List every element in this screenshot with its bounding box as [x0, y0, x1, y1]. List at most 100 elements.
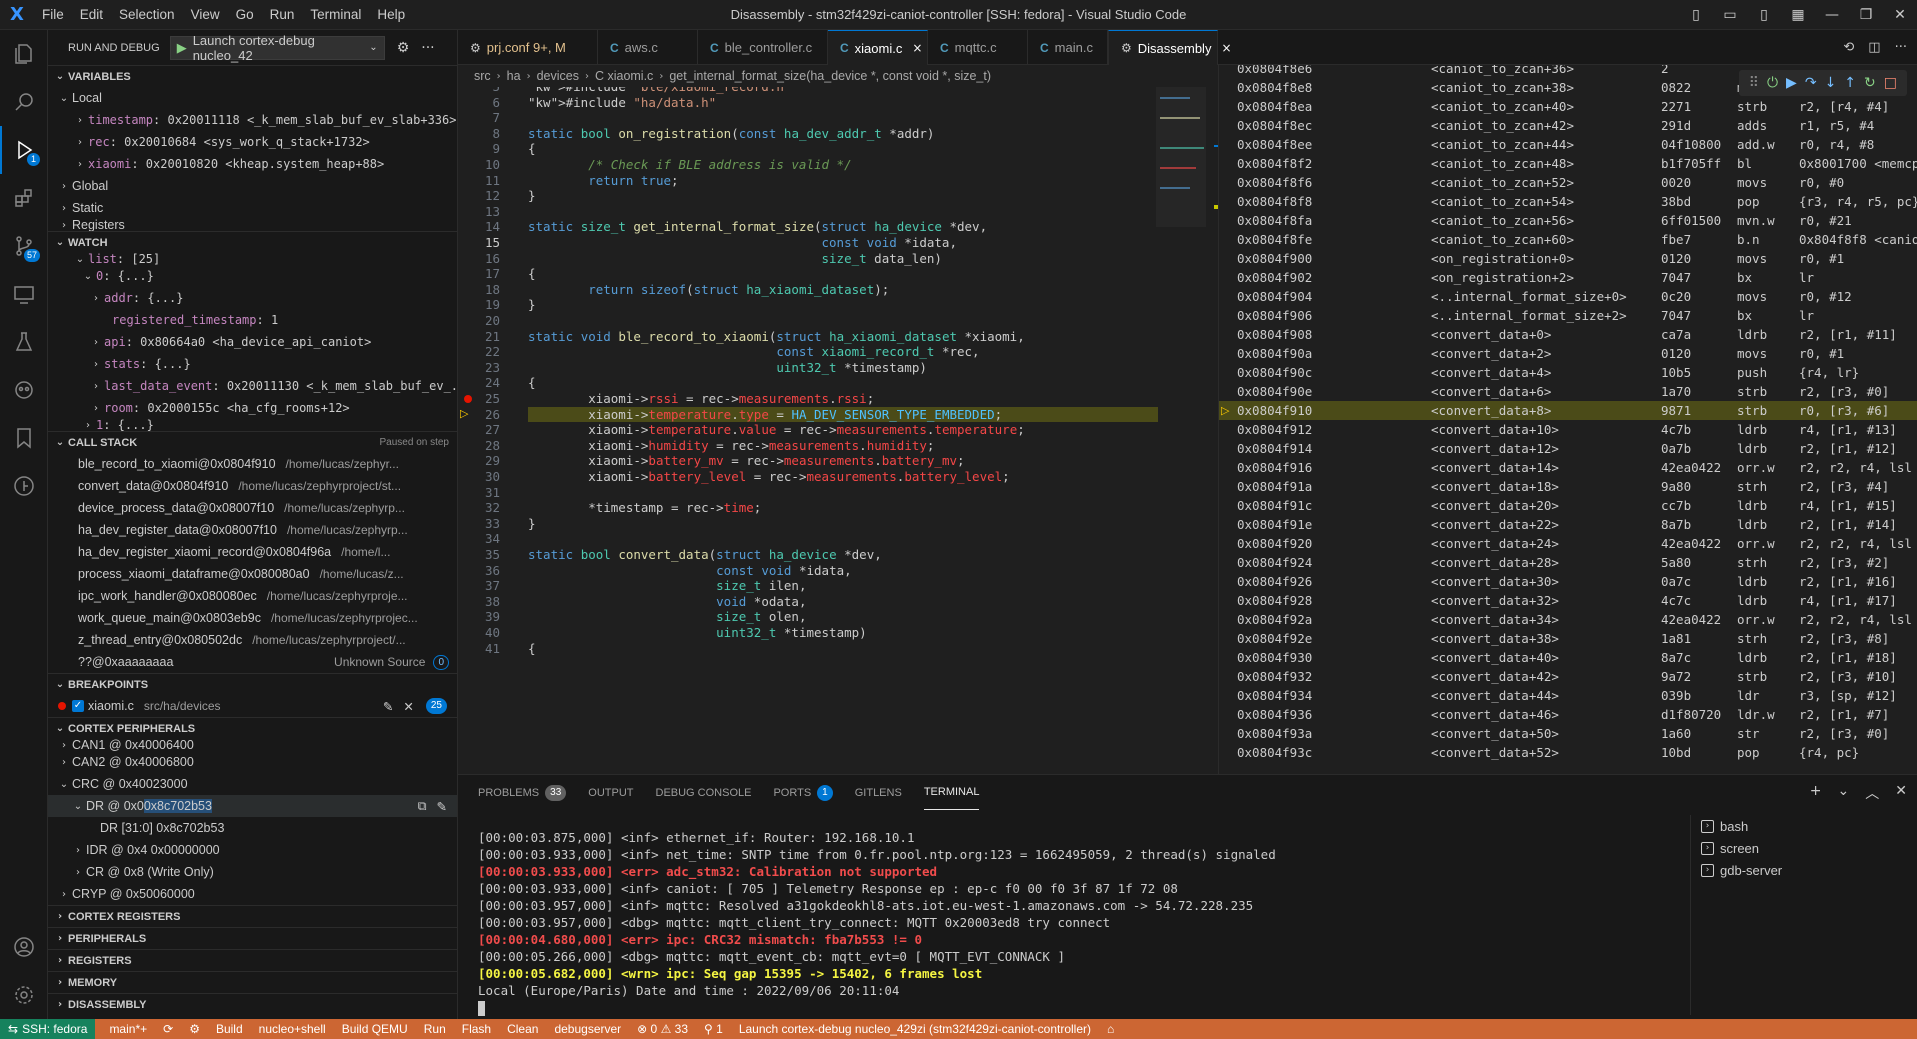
scope-static[interactable]: › Static [48, 197, 457, 219]
watch-row[interactable]: › stats: {...} [48, 353, 457, 375]
code-line[interactable]: size_t ilen, [528, 578, 1158, 593]
disassembly-row[interactable]: 0x0804f90c <convert_data+4> 10b5 push {r4, l… [1219, 363, 1917, 382]
disassembly-row[interactable]: 0x0804f928 <convert_data+32> 4c7c ldrb r4, [… [1219, 591, 1917, 610]
variable-row[interactable]: › xiaomi: 0x20010820 <kheap.system_heap+8… [48, 153, 457, 175]
code-line[interactable]: size_t data_len) [528, 251, 1158, 266]
stack-frame[interactable]: work_queue_main@0x0803eb9c/home/lucas/ze… [48, 607, 457, 629]
breakpoint-dot-icon[interactable] [464, 395, 472, 403]
code-line[interactable]: "kw">#include "ha/data.h" [528, 95, 1158, 110]
section-cortex-peripherals[interactable]: ⌄ CORTEX PERIPHERALS [48, 717, 457, 739]
disassembly-row[interactable]: 0x0804f912 <convert_data+10> 4c7b ldrb r4, [… [1219, 420, 1917, 439]
terminal-item-gdb-server[interactable]: › gdb-server [1691, 859, 1917, 881]
section-watch[interactable]: ⌄ WATCH [48, 231, 457, 253]
copy-icon[interactable]: ⧉ [418, 798, 427, 814]
variable-row[interactable]: › rec: 0x20010684 <sys_work_q_stack+1732> [48, 131, 457, 153]
minimap[interactable] [1148, 87, 1218, 774]
stack-frame[interactable]: ha_dev_register_data@0x08007f10/home/luc… [48, 519, 457, 541]
menu-item-help[interactable]: Help [369, 0, 413, 30]
watch-row[interactable]: › api: 0x80664a0 <ha_device_api_caniot> [48, 331, 457, 353]
code-line[interactable]: xiaomi->rssi = rec->measurements.rssi; [528, 391, 1158, 406]
peripheral-row[interactable]: ⌄ DR @ 0x0 0x8c702b53 ⧉ ✎ [48, 795, 457, 817]
new-terminal-icon[interactable]: + [1810, 783, 1822, 803]
disassembly-row[interactable]: 0x0804f900 <on_registration+0> 0120 movs r0,… [1219, 249, 1917, 268]
panel-tab-terminal[interactable]: TERMINAL [923, 775, 980, 810]
manage-gear-icon[interactable] [0, 971, 48, 1019]
disassembly-row[interactable]: 0x0804f92a <convert_data+34> 42ea0422 orr.w… [1219, 610, 1917, 629]
code-line[interactable]: return sizeof(struct ha_xiaomi_dataset); [528, 282, 1158, 297]
stack-frame[interactable]: z_thread_entry@0x080502dc/home/lucas/zep… [48, 629, 457, 651]
scope-global[interactable]: › Global [48, 175, 457, 197]
disassembly-row[interactable]: 0x0804f8ea <caniot_to_zcan+40> 2271 strb r2,… [1219, 97, 1917, 116]
disassembly-row[interactable]: 0x0804f902 <on_registration+2> 7047 bx lr [1219, 268, 1917, 287]
code-line[interactable]: void *odata, [528, 594, 1158, 609]
code-line[interactable]: xiaomi->humidity = rec->measurements.hum… [528, 438, 1158, 453]
status-item[interactable]: Flash [462, 1022, 491, 1036]
status-item[interactable]: Build QEMU [342, 1022, 408, 1036]
disassembly-row[interactable]: 0x0804f904 <..internal_format_size+0> 0c20… [1219, 287, 1917, 306]
menu-item-file[interactable]: File [34, 0, 72, 30]
code-line[interactable]: { [528, 641, 1158, 656]
toggle-sidebar-icon[interactable]: ▯ [1679, 7, 1713, 23]
code-line[interactable]: { [528, 266, 1158, 281]
status-item[interactable]: Clean [507, 1022, 538, 1036]
disassembly-row[interactable]: 0x0804f8fe <caniot_to_zcan+60> fbe7 b.n 0x80… [1219, 230, 1917, 249]
status-item[interactable]: ⟳ [163, 1022, 173, 1036]
disassembly-row[interactable]: 0x0804f914 <convert_data+12> 0a7b ldrb r2, [… [1219, 439, 1917, 458]
code-line[interactable]: static bool convert_data(struct ha_devic… [528, 547, 1158, 562]
panel-tab-output[interactable]: OUTPUT [588, 775, 633, 810]
code-line[interactable]: size_t olen, [528, 609, 1158, 624]
watch-row[interactable]: › addr: {...} [48, 287, 457, 309]
disassembly-view[interactable]: ⠿ ⏻ ▶ ↷ ↓ ↑ ↻ □ 0x0804f8e6 <caniot_to_zca… [1218, 65, 1917, 774]
status-item[interactable]: ⚙ [189, 1022, 200, 1036]
status-item[interactable]: main*+ [109, 1022, 147, 1036]
panel-tab-problems[interactable]: PROBLEMS 33 [478, 775, 567, 810]
status-item[interactable]: ⌂ [1107, 1022, 1114, 1036]
peripheral-row[interactable]: › CAN1 @ 0x40006400 [48, 739, 457, 751]
disassembly-row[interactable]: 0x0804f93a <convert_data+50> 1a60 str r2, [r… [1219, 724, 1917, 743]
gear-icon[interactable]: ⚙ [397, 40, 410, 56]
peripheral-row[interactable]: › CRYP @ 0x50060000 [48, 883, 457, 905]
breadcrumb-item[interactable]: ha [507, 69, 521, 83]
disassembly-row[interactable]: 0x0804f8f2 <caniot_to_zcan+48> b1f705ff bl 0… [1219, 154, 1917, 173]
disassembly-row[interactable]: 0x0804f916 <convert_data+14> 42ea0422 orr.w… [1219, 458, 1917, 477]
breadcrumb-item[interactable]: get_internal_format_size(ha_device *, co… [669, 69, 991, 83]
peripheral-row[interactable]: › CAN2 @ 0x40006800 [48, 751, 457, 773]
status-item[interactable]: Launch cortex-debug nucleo_429zi (stm32f… [739, 1022, 1091, 1036]
section-breakpoints[interactable]: ⌄ BREAKPOINTS [48, 673, 457, 695]
disassembly-row[interactable]: 0x0804f90a <convert_data+2> 0120 movs r0, #1 [1219, 344, 1917, 363]
tab-disassembly[interactable]: ⚙ Disassembly × [1108, 30, 1232, 65]
menu-item-selection[interactable]: Selection [111, 0, 183, 30]
code-line[interactable]: return true; [528, 173, 1158, 188]
more-actions-icon[interactable]: ··· [1895, 40, 1907, 55]
disassembly-row[interactable]: 0x0804f910 <convert_data+8> 9871 strb r0, [r… [1219, 401, 1917, 420]
disassembly-row[interactable]: 0x0804f90e <convert_data+6> 1a70 strb r2, [r… [1219, 382, 1917, 401]
code-line[interactable]: "kw">#include "ble/xiaomi_record.h" [528, 87, 1158, 94]
remote-explorer-icon[interactable] [0, 270, 48, 318]
disassembly-row[interactable]: 0x0804f934 <convert_data+44> 039b ldr r3, [s… [1219, 686, 1917, 705]
menu-item-run[interactable]: Run [262, 0, 303, 30]
split-editor-icon[interactable]: ◫ [1868, 40, 1880, 55]
code-line[interactable]: const xiaomi_record_t *rec, [528, 344, 1158, 359]
code-line[interactable]: { [528, 141, 1158, 156]
code-line[interactable]: { [528, 375, 1158, 390]
restart-icon[interactable]: ↻ [1864, 75, 1876, 91]
continue-icon[interactable]: ▶ [1786, 75, 1797, 91]
code-line[interactable]: static void ble_record_to_xiaomi(struct … [528, 329, 1158, 344]
breakpoint-file-row[interactable]: ✓ xiaomi.c src/ha/devices ✎ ✕ 25 [48, 695, 457, 717]
section-variables[interactable]: ⌄ VARIABLES [48, 65, 457, 87]
status-item[interactable]: ⊗ 0 ⚠ 33 [637, 1022, 688, 1036]
stack-frame[interactable]: device_process_data@0x08007f10/home/luca… [48, 497, 457, 519]
section-peripherals[interactable]: › PERIPHERALS [48, 927, 457, 949]
watch-row[interactable]: › 1: {...} [48, 419, 457, 431]
code-line[interactable]: uint32_t *timestamp) [528, 625, 1158, 640]
disassembly-row[interactable]: 0x0804f92e <convert_data+38> 1a81 strh r2, [… [1219, 629, 1917, 648]
menu-item-edit[interactable]: Edit [72, 0, 111, 30]
extensions-icon[interactable] [0, 174, 48, 222]
breadcrumb-item[interactable]: devices [537, 69, 579, 83]
code-line[interactable]: xiaomi->battery_level = rec->measurement… [528, 469, 1158, 484]
variable-row[interactable]: › timestamp: 0x20011118 <_k_mem_slab_buf_… [48, 109, 457, 131]
code-line[interactable]: xiaomi->temperature.value = rec->measure… [528, 422, 1158, 437]
disassembly-row[interactable]: 0x0804f93c <convert_data+52> 10bd pop {r4, p… [1219, 743, 1917, 762]
stack-frame[interactable]: ??@0xaaaaaaaa Unknown Source 0 [48, 651, 457, 673]
disassembly-row[interactable]: 0x0804f8f8 <caniot_to_zcan+54> 38bd pop {r3,… [1219, 192, 1917, 211]
